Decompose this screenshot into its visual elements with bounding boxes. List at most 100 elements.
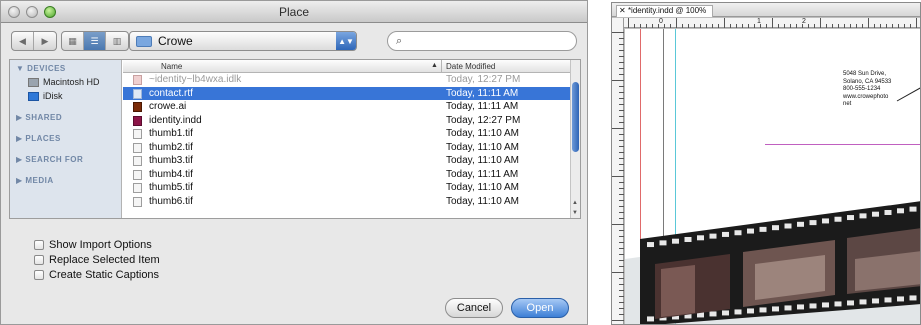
sprocket-hole [772,306,779,312]
sprocket-hole [697,235,704,241]
document-icon [133,169,142,180]
ruler-tick [619,50,624,51]
file-row[interactable]: ~identity~lb4wxa.idlk Today, 12:27 PM [123,73,570,87]
sidebar-header-media[interactable]: ▶ MEDIA [10,174,121,187]
sprocket-hole [909,295,917,301]
back-arrow-icon[interactable]: ◀ [12,32,34,50]
ruler-tick [619,104,624,105]
file-date: Today, 11:10 AM [446,141,520,153]
file-row[interactable]: thumb1.tif Today, 11:10 AM [123,127,570,141]
file-row[interactable]: thumb3.tif Today, 11:10 AM [123,154,570,168]
file-name: thumb6.tif [149,195,193,207]
file-rows: ~identity~lb4wxa.idlk Today, 12:27 PM cont… [123,73,570,208]
sprocket-hole [822,302,829,308]
sprocket-hole [847,215,854,221]
ruler-tick [820,18,821,28]
cancel-button[interactable]: Cancel [445,298,503,318]
show-import-options-checkbox[interactable]: Show Import Options [34,237,160,252]
ruler-tick [832,24,833,28]
file-row[interactable]: contact.rtf Today, 11:11 AM [123,86,570,100]
document-window: ✕ *identity.indd @ 100% 0 1 2 5048 Sun D… [611,2,921,325]
sprocket-hole [809,220,817,226]
sprocket-hole [722,310,729,316]
file-row[interactable]: thumb5.tif Today, 11:10 AM [123,181,570,195]
file-date: Today, 11:10 AM [446,195,520,207]
sprocket-hole [647,242,654,248]
file-row[interactable]: thumb6.tif Today, 11:10 AM [123,195,570,209]
document-tab[interactable]: ✕ *identity.indd @ 100% [616,5,714,17]
ruler-tick [619,194,624,195]
open-button[interactable]: Open [511,298,569,318]
ruler-tick [619,98,624,99]
scrollbar-thumb[interactable] [572,82,579,152]
file-date: Today, 11:10 AM [446,182,520,193]
sprocket-hole [772,225,779,231]
checkbox-box[interactable] [34,254,44,265]
ruler-tick [619,182,624,183]
ruler-tick [652,24,653,28]
file-row[interactable]: crowe.ai Today, 11:11 AM [123,100,570,114]
ruler-tick [850,24,851,28]
close-tab-icon[interactable]: ✕ [619,6,626,15]
date-column-header[interactable]: Date Modified [446,62,495,71]
forward-arrow-icon[interactable]: ▶ [34,32,56,50]
file-date: Today, 11:11 AM [446,168,519,180]
ruler-tick [814,24,815,28]
screenshot: Place ◀ ▶ ▦ ☰ ▥ Crowe ▲▼ ⌕ ▼ DEVICES Mac… [0,0,921,325]
title-bar: Place [1,1,587,23]
name-column-header[interactable]: Name [161,62,182,71]
sprocket-hole [797,304,804,310]
file-row[interactable]: thumb4.tif Today, 11:11 AM [123,168,570,182]
search-field[interactable]: ⌕ [387,31,577,51]
list-view-icon[interactable]: ☰ [84,32,106,50]
ruler-tick [706,24,707,28]
sidebar: ▼ DEVICES Macintosh HD iDisk ▶ SHARED ▶ … [10,60,122,218]
ruler-tick [724,18,725,28]
file-name: thumb1.tif [149,128,193,139]
ruler-tick [712,24,713,28]
sidebar-item-macintosh-hd[interactable]: Macintosh HD [10,75,121,89]
document-canvas[interactable]: 5048 Sun Drive, Solano, CA 94533 800-555… [625,29,920,324]
sprocket-hole [784,305,792,311]
vertical-scrollbar[interactable]: ▲ ▼ [570,60,580,218]
ruler-tick [664,24,665,28]
ruler-tick [760,24,761,28]
ruler-tick [619,260,624,261]
checkbox-box[interactable] [34,239,44,250]
create-static-captions-checkbox[interactable]: Create Static Captions [34,267,160,282]
column-view-icon[interactable]: ▥ [106,32,128,50]
vertical-ruler [612,18,624,324]
ruler-tick [910,24,911,28]
sidebar-header-devices[interactable]: ▼ DEVICES [10,62,121,75]
sidebar-header-search-for[interactable]: ▶ SEARCH FOR [10,153,121,166]
ruler-tick [772,18,773,28]
view-mode-control: ▦ ☰ ▥ [61,31,129,51]
sort-arrow-icon: ▲ [431,62,438,69]
icon-view-icon[interactable]: ▦ [62,32,84,50]
folder-icon [136,35,152,47]
filmstrip-artwork[interactable] [625,29,921,325]
sidebar-header-shared[interactable]: ▶ SHARED [10,111,121,124]
ruler-tick [619,164,624,165]
scroll-down-icon[interactable]: ▼ [572,210,578,216]
replace-selected-item-checkbox[interactable]: Replace Selected Item [34,252,160,267]
ruler-tick [619,122,624,123]
checkbox-box[interactable] [34,269,44,280]
ruler-tick [612,224,624,225]
sprocket-hole [784,223,792,229]
document-icon [133,129,142,139]
ruler-tick [619,314,624,315]
sidebar-item-idisk[interactable]: iDisk [10,89,121,103]
file-date: Today, 11:11 AM [446,101,519,112]
sidebar-header-places[interactable]: ▶ PLACES [10,132,121,145]
sprocket-hole [684,236,692,242]
file-row[interactable]: identity.indd Today, 12:27 PM [123,114,570,128]
folder-popup[interactable]: Crowe ▲▼ [129,31,357,51]
ruler-tick [784,24,785,28]
indesign-icon [133,115,142,126]
checkbox-label: Replace Selected Item [49,253,160,266]
ruler-tick [880,24,881,28]
scroll-up-icon[interactable]: ▲ [572,200,578,206]
file-row[interactable]: thumb2.tif Today, 11:10 AM [123,141,570,155]
sprocket-hole [822,218,829,224]
